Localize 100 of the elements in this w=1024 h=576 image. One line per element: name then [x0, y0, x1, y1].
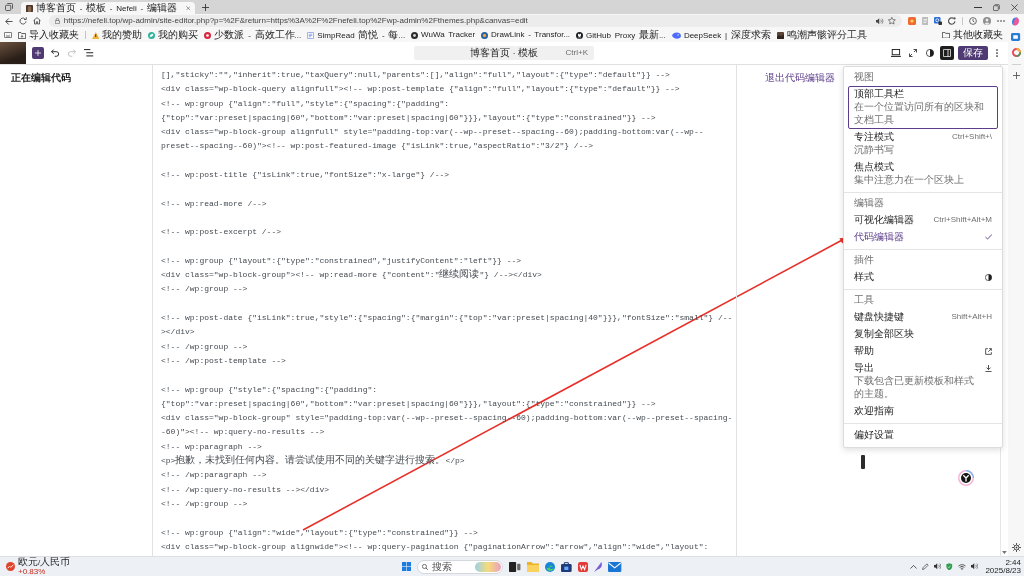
menu-item[interactable]: 欢迎指南: [848, 403, 998, 420]
add-icon[interactable]: [1012, 72, 1020, 79]
options-button[interactable]: [993, 46, 1001, 60]
swirl-logo-icon[interactable]: [1011, 16, 1020, 26]
exit-code-editor-link[interactable]: 退出代码编辑器: [765, 72, 835, 85]
menu-item[interactable]: 复制全部区块: [848, 326, 998, 343]
menu-item[interactable]: 偏好设置: [848, 427, 998, 444]
bookmark-link[interactable]: 少数派 - 高效工作...: [204, 28, 302, 42]
bookmark-link[interactable]: GitHub Proxy 最新...: [576, 28, 666, 42]
menu-item[interactable]: 样式: [848, 269, 998, 286]
browser-tab[interactable]: 博客首页 - 模板 - Nefeli - 编辑器: [21, 2, 196, 14]
code-line: -60)"><!-- wp:query-no-results -->: [161, 426, 325, 439]
tile-logo-icon[interactable]: [907, 17, 916, 25]
code-line: <!-- wp:post-excerpt /-->: [161, 226, 282, 239]
pen-icon[interactable]: [922, 563, 929, 570]
expand-view-button[interactable]: [906, 46, 920, 60]
back-icon[interactable]: [5, 17, 13, 25]
code-line: <!-- wp:group {"style":{"spacing":{"padding":: [161, 383, 378, 396]
speaker-icon[interactable]: [971, 563, 979, 570]
tablet-icon[interactable]: [4, 32, 12, 38]
menu-section-heading: 插件: [853, 253, 875, 267]
code-line: <!-- wp:group {"align":"full","style":{"spacing":{"padding":: [161, 97, 450, 110]
feather-icon[interactable]: [593, 561, 603, 572]
desktop-icon: [891, 49, 901, 57]
menu-item-description: 在一个位置访问所有的区块和文档工具: [854, 101, 985, 127]
wave-logo-icon[interactable]: [545, 561, 555, 572]
code-line: <!-- /wp:group -->: [161, 340, 248, 353]
wifi-icon[interactable]: [958, 563, 966, 570]
menu-item-description: 沉静书写: [854, 144, 894, 157]
floating-widget-icon[interactable]: [958, 470, 974, 486]
bookmark-link[interactable]: DeepSeek | 深度求索: [671, 28, 771, 42]
bookmark-link[interactable]: 我的赞助: [92, 28, 143, 42]
editing-code-heading: 正在编辑代码: [11, 72, 71, 85]
menu-item[interactable]: 帮助: [848, 343, 998, 360]
chevron-up-icon[interactable]: [909, 564, 917, 569]
menu-item[interactable]: 可视化编辑器 Ctrl+Shift+Alt+M: [848, 212, 998, 229]
bookmark-link[interactable]: WuWa Tracker: [411, 29, 476, 41]
bookmark-link[interactable]: 导入收藏夹: [18, 28, 79, 42]
contrast-icon: [985, 273, 992, 281]
menu-section-heading: 视图: [853, 70, 875, 84]
dot-logo-icon: [204, 31, 212, 39]
bookmark-link[interactable]: 我的购买: [148, 28, 199, 42]
speaker-icon[interactable]: [876, 17, 884, 25]
ring-logo-icon[interactable]: [1011, 48, 1021, 57]
resize-handle[interactable]: [861, 455, 865, 469]
tile-icon[interactable]: [1011, 33, 1021, 41]
restore-icon[interactable]: [993, 3, 1000, 11]
clock-icon[interactable]: [969, 17, 977, 25]
code-line: <!-- /wp:paragraph -->: [161, 469, 267, 482]
round-logo-icon: [481, 31, 489, 39]
bookmark-link[interactable]: 鸣潮声骸评分工具: [776, 28, 867, 42]
stacked-windows-icon[interactable]: [509, 561, 521, 572]
menu-item[interactable]: 键盘快捷键 Shift+Alt+H: [848, 309, 998, 326]
scroll-down-arrow-icon[interactable]: [1002, 551, 1007, 554]
external-link-icon: [985, 347, 992, 355]
menu-item[interactable]: 代码编辑器: [848, 229, 998, 246]
sidebar-panel-icon: [943, 49, 951, 57]
undo-button[interactable]: [49, 47, 61, 59]
bag-icon[interactable]: [561, 561, 572, 572]
contrast-icon: [926, 49, 934, 57]
settings-icon[interactable]: [1011, 543, 1021, 552]
address-bar-field[interactable]: https://nefeli.top/wp-admin/site-editor.php?p=%2F&return=https%3A%2F%2Fnefeli.top%2Fwp-admin%2Fthemes.php&canvas=edit: [49, 15, 902, 27]
bookmark-link[interactable]: SimpRead 简悦 - 每...: [307, 28, 406, 42]
new-tab-icon[interactable]: [202, 3, 210, 11]
add-block-button[interactable]: [32, 47, 44, 59]
lock-icon[interactable]: [55, 18, 60, 24]
close-icon[interactable]: [1011, 3, 1018, 11]
cat-logo-icon: [576, 31, 584, 39]
home-icon[interactable]: [33, 17, 41, 25]
save-button[interactable]: 保存: [958, 46, 988, 60]
keyboard-shortcut: Ctrl+K: [565, 47, 588, 59]
price-change-label: +0.83%: [18, 568, 46, 576]
styles-button[interactable]: [923, 46, 937, 60]
settings-sidebar-button[interactable]: [940, 46, 954, 60]
zigzag-tile-icon[interactable]: [577, 561, 588, 572]
bookmark-folder-link[interactable]: 其他收藏夹: [942, 28, 1003, 42]
download-icon: [985, 364, 992, 372]
profile-avatar-icon[interactable]: [983, 17, 991, 25]
workspaces-icon[interactable]: [5, 3, 13, 11]
menu-item[interactable]: 顶部工具栏 在一个位置访问所有的区块和文档工具: [848, 86, 998, 129]
sync-arrow-icon[interactable]: [948, 17, 956, 25]
menu-item[interactable]: 专注模式 沉静书写 Ctrl+Shift+\: [848, 129, 998, 159]
four-squares-icon[interactable]: [402, 562, 412, 571]
favorite-star-icon[interactable]: [887, 17, 896, 25]
mail-icon[interactable]: [608, 561, 622, 572]
keyboard-shortcut: Ctrl+Shift+Alt+M: [933, 214, 992, 226]
shield-icon[interactable]: [946, 562, 953, 571]
desktop-preview-button[interactable]: [889, 46, 903, 60]
menu-item[interactable]: 导出 下载包含已更新模板和样式的主题。: [848, 360, 998, 403]
command-palette-button[interactable]: 博客首页 · 模板 Ctrl+K: [414, 46, 594, 60]
trend-chart-icon[interactable]: [6, 562, 15, 571]
bookmark-link[interactable]: DrawLink - Transfor...: [481, 29, 571, 41]
minimize-icon[interactable]: [974, 6, 982, 8]
refresh-icon[interactable]: [19, 17, 27, 25]
list-view-button[interactable]: [83, 47, 95, 59]
close-tab-icon[interactable]: [185, 5, 191, 11]
speaker-icon[interactable]: [934, 563, 942, 570]
tile-badge-icon[interactable]: [934, 17, 942, 25]
code-line: <!-- /wp:query-no-results --></div>: [161, 483, 330, 496]
menu-item[interactable]: 焦点模式 集中注意力在一个区块上: [848, 159, 998, 189]
